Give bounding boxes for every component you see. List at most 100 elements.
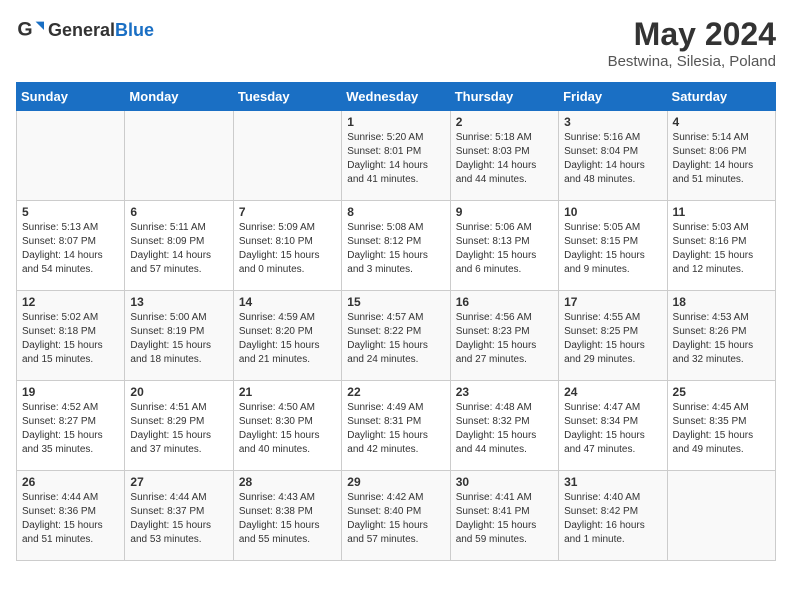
day-number: 5	[22, 205, 119, 219]
day-info: Sunrise: 4:44 AM Sunset: 8:36 PM Dayligh…	[22, 491, 119, 547]
day-info: Sunrise: 5:02 AM Sunset: 8:18 PM Dayligh…	[22, 311, 119, 367]
day-info: Sunrise: 4:50 AM Sunset: 8:30 PM Dayligh…	[239, 401, 336, 457]
calendar-table: SundayMondayTuesdayWednesdayThursdayFrid…	[16, 82, 776, 561]
week-row-2: 5Sunrise: 5:13 AM Sunset: 8:07 PM Daylig…	[17, 201, 776, 291]
calendar-cell: 30 Sunrise: 4:41 AM Sunset: 8:41 PM Dayli…	[450, 471, 558, 561]
day-number: 14	[239, 295, 336, 309]
col-header-thursday: Thursday	[450, 83, 558, 111]
title-block: May 2024 Bestwina, Silesia, Poland	[608, 16, 776, 70]
week-row-1: 1Sunrise: 5:20 AM Sunset: 8:01 PM Daylig…	[17, 111, 776, 201]
day-info: Sunrise: 4:42 AM Sunset: 8:40 PM Dayligh…	[347, 491, 444, 547]
day-info: Sunrise: 5:09 AM Sunset: 8:10 PM Dayligh…	[239, 221, 336, 277]
calendar-cell: 13Sunrise: 5:00 AM Sunset: 8:19 PM Dayli…	[125, 291, 233, 381]
day-info: Sunrise: 4:40 AM Sunset: 8:42 PM Dayligh…	[564, 491, 661, 547]
day-number: 20	[130, 385, 227, 399]
day-number: 7	[239, 205, 336, 219]
day-number: 24	[564, 385, 661, 399]
calendar-cell: 28Sunrise: 4:43 AM Sunset: 8:38 PM Dayli…	[233, 471, 341, 561]
day-number: 11	[673, 205, 770, 219]
day-info: Sunrise: 5:03 AM Sunset: 8:16 PM Dayligh…	[673, 221, 770, 277]
calendar-cell: 1Sunrise: 5:20 AM Sunset: 8:01 PM Daylig…	[342, 111, 450, 201]
day-number: 26	[22, 475, 119, 489]
calendar-cell: 20 Sunrise: 4:51 AM Sunset: 8:29 PM Dayli…	[125, 381, 233, 471]
day-info: Sunrise: 4:49 AM Sunset: 8:31 PM Dayligh…	[347, 401, 444, 457]
calendar-cell: 10 Sunrise: 5:05 AM Sunset: 8:15 PM Dayli…	[559, 201, 667, 291]
calendar-cell: 9Sunrise: 5:06 AM Sunset: 8:13 PM Daylig…	[450, 201, 558, 291]
calendar-cell: 21 Sunrise: 4:50 AM Sunset: 8:30 PM Dayli…	[233, 381, 341, 471]
calendar-cell: 17 Sunrise: 4:55 AM Sunset: 8:25 PM Dayli…	[559, 291, 667, 381]
svg-text:G: G	[17, 19, 32, 41]
day-info: Sunrise: 5:05 AM Sunset: 8:15 PM Dayligh…	[564, 221, 661, 277]
calendar-cell: 26 Sunrise: 4:44 AM Sunset: 8:36 PM Dayli…	[17, 471, 125, 561]
day-info: Sunrise: 5:11 AM Sunset: 8:09 PM Dayligh…	[130, 221, 227, 277]
calendar-cell: 16Sunrise: 4:56 AM Sunset: 8:23 PM Dayli…	[450, 291, 558, 381]
day-number: 25	[673, 385, 770, 399]
day-number: 12	[22, 295, 119, 309]
calendar-header: SundayMondayTuesdayWednesdayThursdayFrid…	[17, 83, 776, 111]
day-number: 6	[130, 205, 227, 219]
day-info: Sunrise: 5:08 AM Sunset: 8:12 PM Dayligh…	[347, 221, 444, 277]
calendar-cell: 18 Sunrise: 4:53 AM Sunset: 8:26 PM Dayli…	[667, 291, 775, 381]
col-header-monday: Monday	[125, 83, 233, 111]
calendar-cell: 7 Sunrise: 5:09 AM Sunset: 8:10 PM Daylig…	[233, 201, 341, 291]
day-number: 10	[564, 205, 661, 219]
calendar-cell: 27Sunrise: 4:44 AM Sunset: 8:37 PM Dayli…	[125, 471, 233, 561]
day-number: 21	[239, 385, 336, 399]
day-number: 17	[564, 295, 661, 309]
calendar-cell: 5Sunrise: 5:13 AM Sunset: 8:07 PM Daylig…	[17, 201, 125, 291]
day-info: Sunrise: 4:44 AM Sunset: 8:37 PM Dayligh…	[130, 491, 227, 547]
calendar-cell: 23Sunrise: 4:48 AM Sunset: 8:32 PM Dayli…	[450, 381, 558, 471]
logo-icon: G	[16, 16, 44, 44]
page-header: G GeneralBlue May 2024 Bestwina, Silesia…	[16, 16, 776, 70]
calendar-cell	[125, 111, 233, 201]
col-header-sunday: Sunday	[17, 83, 125, 111]
calendar-cell: 6 Sunrise: 5:11 AM Sunset: 8:09 PM Daylig…	[125, 201, 233, 291]
day-info: Sunrise: 4:47 AM Sunset: 8:34 PM Dayligh…	[564, 401, 661, 457]
day-info: Sunrise: 5:14 AM Sunset: 8:06 PM Dayligh…	[673, 131, 770, 187]
day-number: 18	[673, 295, 770, 309]
day-number: 31	[564, 475, 661, 489]
calendar-cell: 8 Sunrise: 5:08 AM Sunset: 8:12 PM Daylig…	[342, 201, 450, 291]
calendar-cell	[233, 111, 341, 201]
day-info: Sunrise: 4:56 AM Sunset: 8:23 PM Dayligh…	[456, 311, 553, 367]
day-info: Sunrise: 4:41 AM Sunset: 8:41 PM Dayligh…	[456, 491, 553, 547]
calendar-cell: 14 Sunrise: 4:59 AM Sunset: 8:20 PM Dayli…	[233, 291, 341, 381]
main-title: May 2024	[608, 16, 776, 53]
day-info: Sunrise: 4:59 AM Sunset: 8:20 PM Dayligh…	[239, 311, 336, 367]
day-number: 15	[347, 295, 444, 309]
day-number: 30	[456, 475, 553, 489]
calendar-cell: 15 Sunrise: 4:57 AM Sunset: 8:22 PM Dayli…	[342, 291, 450, 381]
logo: G GeneralBlue	[16, 16, 154, 44]
day-info: Sunrise: 4:51 AM Sunset: 8:29 PM Dayligh…	[130, 401, 227, 457]
day-info: Sunrise: 4:55 AM Sunset: 8:25 PM Dayligh…	[564, 311, 661, 367]
week-row-5: 26 Sunrise: 4:44 AM Sunset: 8:36 PM Dayli…	[17, 471, 776, 561]
day-info: Sunrise: 4:52 AM Sunset: 8:27 PM Dayligh…	[22, 401, 119, 457]
logo-blue: Blue	[115, 20, 154, 40]
col-header-wednesday: Wednesday	[342, 83, 450, 111]
day-number: 13	[130, 295, 227, 309]
calendar-cell	[667, 471, 775, 561]
calendar-cell: 22 Sunrise: 4:49 AM Sunset: 8:31 PM Dayli…	[342, 381, 450, 471]
day-number: 28	[239, 475, 336, 489]
day-number: 8	[347, 205, 444, 219]
day-info: Sunrise: 5:06 AM Sunset: 8:13 PM Dayligh…	[456, 221, 553, 277]
col-header-friday: Friday	[559, 83, 667, 111]
calendar-cell: 12 Sunrise: 5:02 AM Sunset: 8:18 PM Dayli…	[17, 291, 125, 381]
calendar-cell: 11 Sunrise: 5:03 AM Sunset: 8:16 PM Dayli…	[667, 201, 775, 291]
calendar-cell: 31 Sunrise: 4:40 AM Sunset: 8:42 PM Dayli…	[559, 471, 667, 561]
col-header-tuesday: Tuesday	[233, 83, 341, 111]
day-info: Sunrise: 4:53 AM Sunset: 8:26 PM Dayligh…	[673, 311, 770, 367]
day-info: Sunrise: 5:20 AM Sunset: 8:01 PM Dayligh…	[347, 131, 444, 187]
day-number: 22	[347, 385, 444, 399]
day-number: 23	[456, 385, 553, 399]
col-header-saturday: Saturday	[667, 83, 775, 111]
day-number: 2	[456, 115, 553, 129]
logo-general: General	[48, 20, 115, 40]
day-info: Sunrise: 5:18 AM Sunset: 8:03 PM Dayligh…	[456, 131, 553, 187]
day-number: 29	[347, 475, 444, 489]
calendar-cell: 2 Sunrise: 5:18 AM Sunset: 8:03 PM Daylig…	[450, 111, 558, 201]
subtitle: Bestwina, Silesia, Poland	[608, 53, 776, 70]
day-info: Sunrise: 4:57 AM Sunset: 8:22 PM Dayligh…	[347, 311, 444, 367]
calendar-cell	[17, 111, 125, 201]
week-row-3: 12 Sunrise: 5:02 AM Sunset: 8:18 PM Dayli…	[17, 291, 776, 381]
